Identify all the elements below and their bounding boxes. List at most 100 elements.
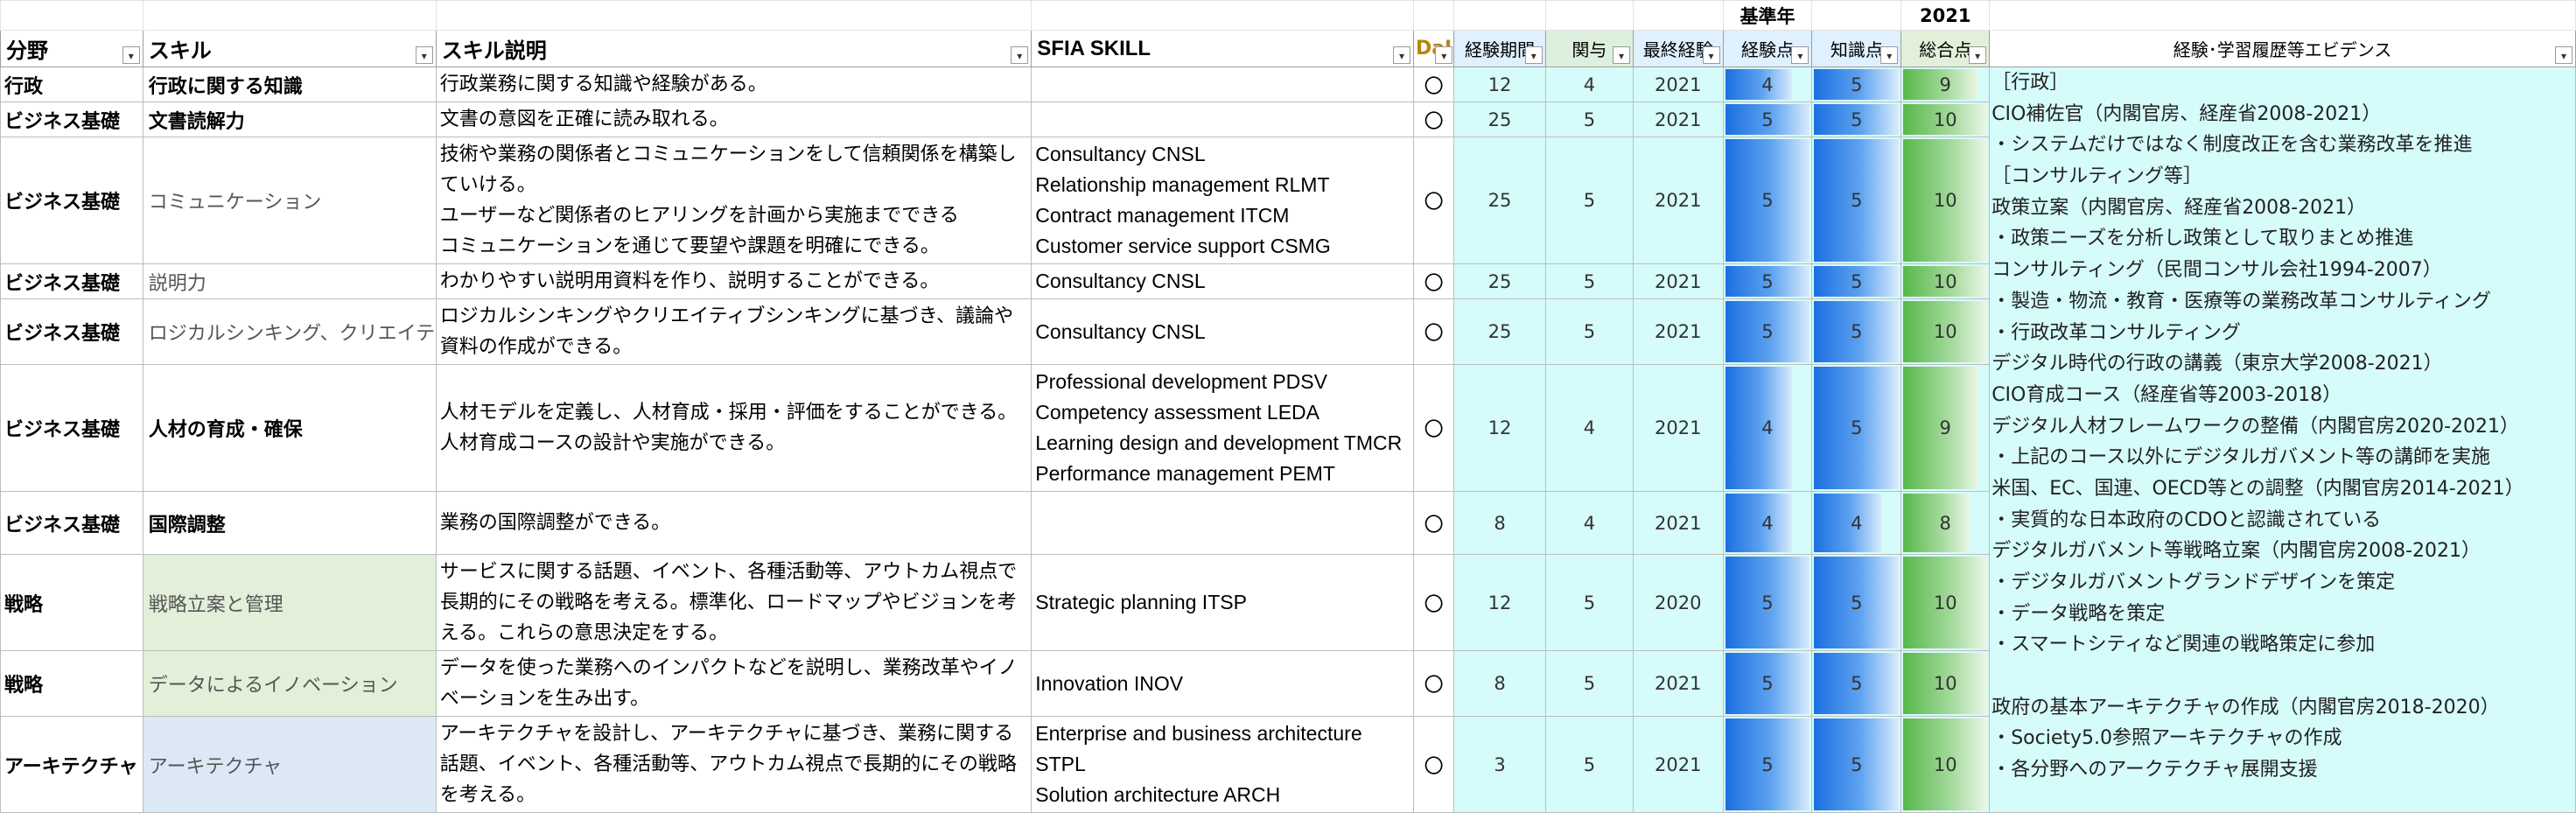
cell-sfia[interactable]: Consultancy CNSL	[1031, 263, 1414, 299]
cell-category[interactable]: 戦略	[0, 650, 144, 717]
cell-skill-desc[interactable]: わかりやすい説明用資料を作り、説明することができる。	[435, 263, 1032, 299]
cell-involvement[interactable]: 4	[1544, 67, 1634, 102]
header-category[interactable]: 分野 ▾	[0, 30, 144, 67]
cell-skill-desc[interactable]: ロジカルシンキングやクリエイティブシンキングに基づき、議論や 資料の作成ができる。	[435, 298, 1032, 365]
cell-skill-desc[interactable]: 人材モデルを定義し、人材育成・採用・評価をすることができる。 人材育成コースの設計…	[435, 364, 1032, 492]
cell-exp-points[interactable]: 4	[1722, 364, 1813, 492]
cell-exp-points[interactable]: 5	[1722, 298, 1813, 365]
cell-skill[interactable]: 文書読解力	[142, 102, 437, 137]
cell-exp-years[interactable]: 25	[1453, 137, 1546, 264]
cell-category[interactable]: ビジネス基礎	[0, 263, 144, 299]
cell-skill-desc[interactable]: 文書の意図を正確に読み取れる。	[435, 102, 1032, 137]
header-skill[interactable]: スキル ▾	[142, 30, 437, 67]
cell-sfia[interactable]: Enterprise and business architecture STPL…	[1031, 716, 1414, 813]
cell-dai[interactable]: 〇	[1412, 491, 1455, 555]
cell-last-year[interactable]: 2021	[1632, 263, 1724, 299]
cell-exp-points[interactable]: 4	[1722, 67, 1813, 102]
filter-dropdown-icon[interactable]: ▾	[122, 46, 140, 64]
cell-exp-points[interactable]: 5	[1722, 263, 1813, 299]
cell-knowledge-points[interactable]: 5	[1811, 67, 1902, 102]
cell-involvement[interactable]: 5	[1544, 650, 1634, 717]
cell-skill-desc[interactable]: データを使った業務へのインパクトなどを説明し、業務改革やイノ ベーションを生み出す…	[435, 650, 1032, 717]
cell-knowledge-points[interactable]: 5	[1811, 137, 1902, 264]
cell-knowledge-points[interactable]: 5	[1811, 650, 1902, 717]
filter-dropdown-icon[interactable]: ▾	[1880, 46, 1899, 64]
cell-category[interactable]: ビジネス基礎	[0, 364, 144, 492]
cell-knowledge-points[interactable]: 5	[1811, 716, 1902, 813]
cell-dai[interactable]: 〇	[1412, 137, 1455, 264]
cell-category[interactable]: 戦略	[0, 554, 144, 651]
cell-evidence[interactable]: ［行政］ CIO補佐官（内閣官房、経産省2008-2021） ・システムだけではなく…	[1989, 67, 2576, 813]
cell-skill-desc[interactable]: 業務の国際調整ができる。	[435, 491, 1032, 555]
header-skill-desc[interactable]: スキル説明 ▾	[435, 30, 1032, 67]
cell-knowledge-points[interactable]: 5	[1811, 263, 1902, 299]
cell-dai[interactable]: 〇	[1412, 263, 1455, 299]
cell-exp-points[interactable]: 5	[1722, 137, 1813, 264]
base-year-value[interactable]: 2021	[1900, 0, 1991, 31]
cell-skill[interactable]: 戦略立案と管理	[142, 554, 437, 651]
cell-exp-years[interactable]: 8	[1453, 650, 1546, 717]
filter-dropdown-icon[interactable]: ▾	[1011, 46, 1029, 64]
header-evidence[interactable]: 経験･学習履歴等エビデンス ▾	[1989, 30, 2576, 67]
cell-sfia[interactable]	[1031, 67, 1414, 102]
cell-sfia[interactable]: Consultancy CNSL	[1031, 298, 1414, 365]
header-involvement[interactable]: 関与 ▾	[1544, 30, 1634, 67]
cell-last-year[interactable]: 2021	[1632, 298, 1724, 365]
filter-dropdown-icon[interactable]: ▾	[1791, 46, 1810, 64]
header-exp-points[interactable]: 経験点 ▾	[1722, 30, 1813, 67]
cell-total-points[interactable]: 10	[1900, 263, 1991, 299]
cell-category[interactable]: アーキテクチャ	[0, 716, 144, 813]
cell-skill[interactable]: 国際調整	[142, 491, 437, 555]
cell-dai[interactable]: 〇	[1412, 67, 1455, 102]
cell-sfia[interactable]	[1031, 102, 1414, 137]
header-exp-years[interactable]: 経験期間 ▾	[1453, 30, 1546, 67]
filter-dropdown-icon[interactable]: ▾	[1524, 46, 1543, 64]
cell-dai[interactable]: 〇	[1412, 364, 1455, 492]
filter-dropdown-icon[interactable]: ▾	[2555, 46, 2572, 64]
cell-involvement[interactable]: 5	[1544, 263, 1634, 299]
cell-exp-years[interactable]: 12	[1453, 67, 1546, 102]
header-last-year[interactable]: 最終経験 ▾	[1632, 30, 1724, 67]
cell-exp-points[interactable]: 5	[1722, 102, 1813, 137]
cell-exp-years[interactable]: 12	[1453, 554, 1546, 651]
cell-skill-desc[interactable]: サービスに関する話題、イベント、各種活動等、アウトカム視点で 長期的にその戦略を考…	[435, 554, 1032, 651]
cell-dai[interactable]: 〇	[1412, 298, 1455, 365]
filter-dropdown-icon[interactable]: ▾	[1392, 46, 1410, 64]
cell-last-year[interactable]: 2021	[1632, 364, 1724, 492]
cell-total-points[interactable]: 10	[1900, 650, 1991, 717]
cell-skill-desc[interactable]: 行政業務に関する知識や経験がある。	[435, 67, 1032, 102]
filter-dropdown-icon[interactable]: ▾	[1702, 46, 1720, 64]
cell-skill[interactable]: 説明力	[142, 263, 437, 299]
cell-skill-desc[interactable]: 技術や業務の関係者とコミュニケーションをして信頼関係を構築し ていける。 ユーザーな…	[435, 137, 1032, 264]
filter-dropdown-icon[interactable]: ▾	[1435, 46, 1453, 64]
cell-skill[interactable]: アーキテクチャ	[142, 716, 437, 813]
cell-total-points[interactable]: 9	[1900, 67, 1991, 102]
cell-exp-years[interactable]: 25	[1453, 102, 1546, 137]
cell-exp-years[interactable]: 8	[1453, 491, 1546, 555]
cell-sfia[interactable]: Consultancy CNSL Relationship management …	[1031, 137, 1414, 264]
header-sfia[interactable]: SFIA SKILL ▾	[1031, 30, 1414, 67]
cell-exp-years[interactable]: 3	[1453, 716, 1546, 813]
cell-involvement[interactable]: 5	[1544, 554, 1634, 651]
cell-dai[interactable]: 〇	[1412, 102, 1455, 137]
cell-category[interactable]: ビジネス基礎	[0, 491, 144, 555]
cell-involvement[interactable]: 5	[1544, 716, 1634, 813]
cell-involvement[interactable]: 5	[1544, 137, 1634, 264]
cell-exp-points[interactable]: 5	[1722, 650, 1813, 717]
cell-total-points[interactable]: 10	[1900, 298, 1991, 365]
cell-skill[interactable]: データによるイノベーション	[142, 650, 437, 717]
cell-total-points[interactable]: 10	[1900, 137, 1991, 264]
cell-exp-years[interactable]: 12	[1453, 364, 1546, 492]
cell-total-points[interactable]: 8	[1900, 491, 1991, 555]
cell-involvement[interactable]: 5	[1544, 298, 1634, 365]
cell-knowledge-points[interactable]: 4	[1811, 491, 1902, 555]
cell-knowledge-points[interactable]: 5	[1811, 102, 1902, 137]
cell-category[interactable]: ビジネス基礎	[0, 102, 144, 137]
cell-involvement[interactable]: 4	[1544, 364, 1634, 492]
cell-exp-points[interactable]: 5	[1722, 716, 1813, 813]
cell-category[interactable]: 行政	[0, 67, 144, 102]
cell-total-points[interactable]: 10	[1900, 716, 1991, 813]
cell-involvement[interactable]: 5	[1544, 102, 1634, 137]
cell-skill[interactable]: 人材の育成・確保	[142, 364, 437, 492]
cell-category[interactable]: ビジネス基礎	[0, 298, 144, 365]
